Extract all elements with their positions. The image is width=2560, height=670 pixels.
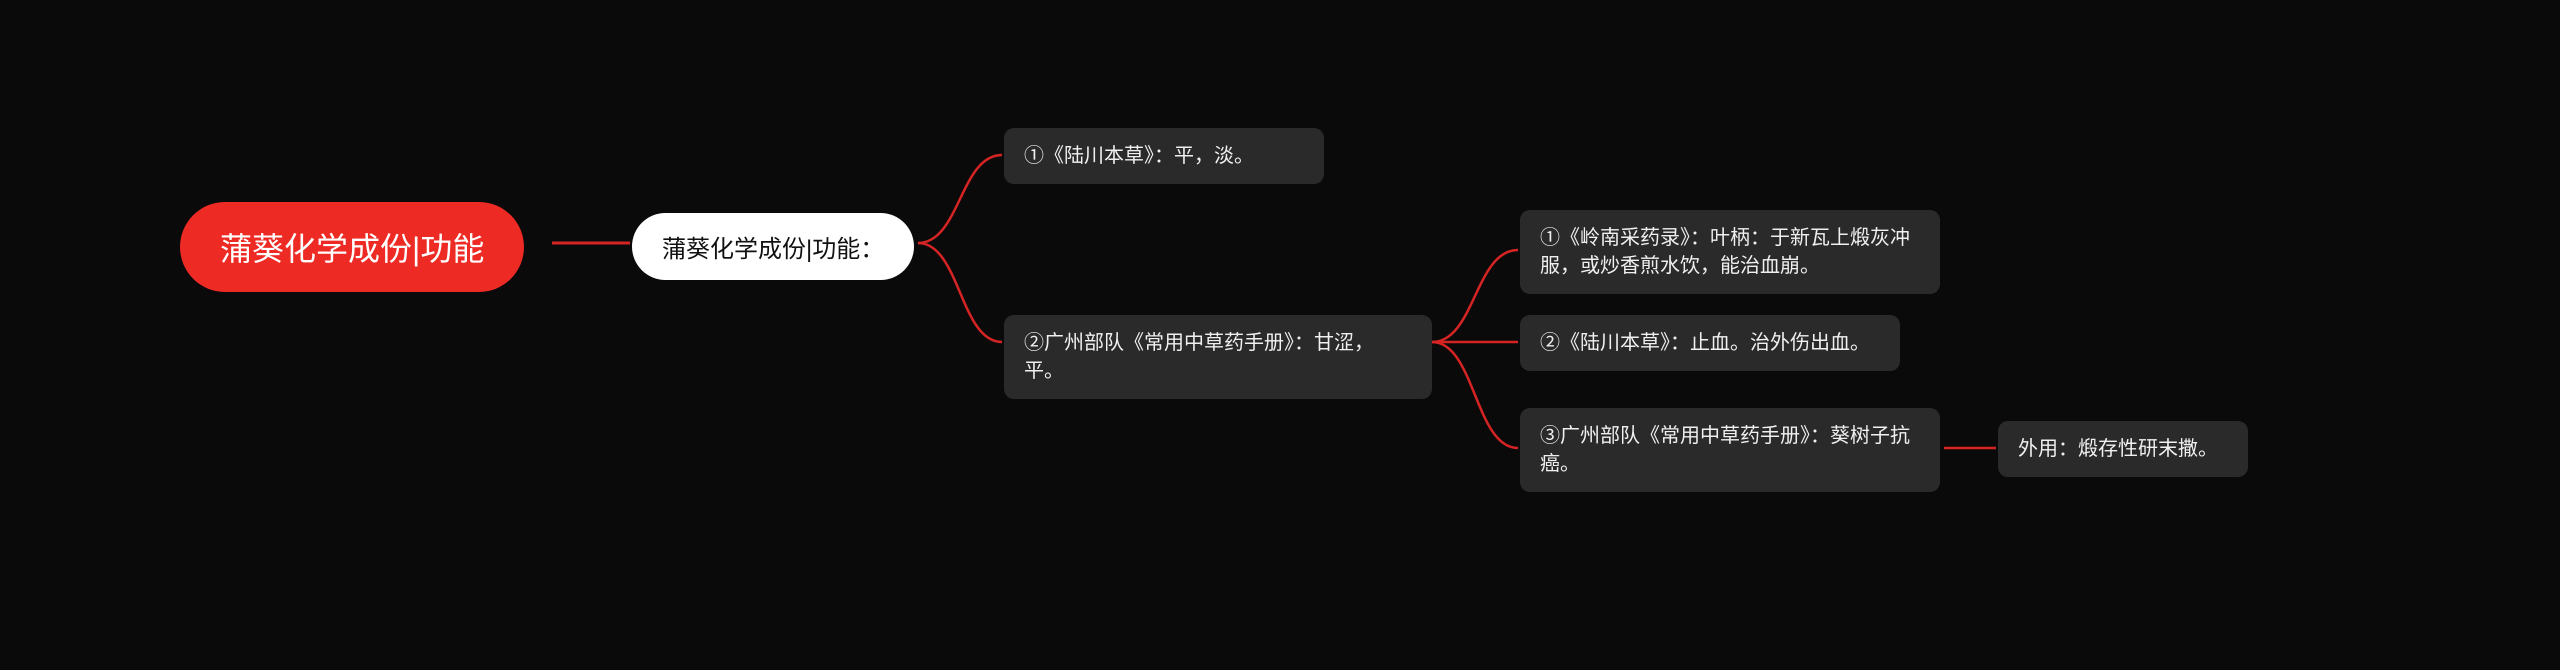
root-node[interactable]: 蒲葵化学成份|功能 [180,202,524,292]
level4-label: 外用：煅存性研末撒。 [2018,435,2218,463]
level3b-label: ②《陆川本草》：止血。治外伤出血。 [1540,329,1870,357]
level1-label: 蒲葵化学成份|功能： [662,229,884,264]
level2b-node[interactable]: ②广州部队《常用中草药手册》：甘涩，平。 [1004,315,1432,399]
level3a-label: ①《岭南采药录》：叶柄：于新瓦上煅灰冲服，或炒香煎水饮，能治血崩。 [1540,224,1920,280]
level3b-node[interactable]: ②《陆川本草》：止血。治外伤出血。 [1520,315,1900,371]
mindmap-canvas: 蒲葵化学成份|功能 蒲葵化学成份|功能： ①《陆川本草》：平，淡。 ②广州部队《… [0,0,2560,670]
level2a-node[interactable]: ①《陆川本草》：平，淡。 [1004,128,1324,184]
level2b-label: ②广州部队《常用中草药手册》：甘涩，平。 [1024,329,1412,385]
level1-node[interactable]: 蒲葵化学成份|功能： [632,213,914,280]
level2a-label: ①《陆川本草》：平，淡。 [1024,142,1254,170]
level3c-label: ③广州部队《常用中草药手册》：葵树子抗癌。 [1540,422,1920,478]
root-label: 蒲葵化学成份|功能 [220,224,484,270]
level3a-node[interactable]: ①《岭南采药录》：叶柄：于新瓦上煅灰冲服，或炒香煎水饮，能治血崩。 [1520,210,1940,294]
level3c-node[interactable]: ③广州部队《常用中草药手册》：葵树子抗癌。 [1520,408,1940,492]
level4-node[interactable]: 外用：煅存性研末撒。 [1998,421,2248,477]
